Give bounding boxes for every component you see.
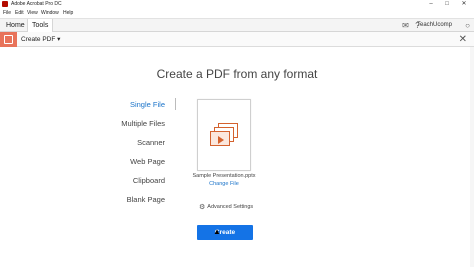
title-bar: Adobe Acrobat Pro DC – □ ✕ bbox=[0, 0, 474, 9]
mouse-pointer-icon: ▲ bbox=[213, 227, 221, 236]
user-name[interactable]: TeachUcomp bbox=[417, 19, 452, 32]
file-name: Sample Presentation.pptx bbox=[192, 173, 256, 179]
menu-edit[interactable]: Edit bbox=[15, 9, 24, 18]
tab-tools[interactable]: Tools bbox=[27, 19, 54, 32]
change-file-link[interactable]: Change File bbox=[186, 181, 262, 187]
advanced-settings-link[interactable]: ⚙ Advanced Settings bbox=[199, 203, 253, 211]
advanced-settings-label: Advanced Settings bbox=[207, 204, 254, 210]
window-title: Adobe Acrobat Pro DC bbox=[11, 1, 62, 7]
tool-dropdown[interactable]: Create PDF ▾ bbox=[21, 32, 60, 47]
create-button[interactable]: Create bbox=[197, 225, 253, 240]
right-scrollbar[interactable] bbox=[470, 47, 474, 267]
option-clipboard[interactable]: Clipboard bbox=[133, 176, 165, 185]
option-single-file[interactable]: Single File bbox=[130, 100, 165, 109]
option-scanner[interactable]: Scanner bbox=[137, 138, 165, 147]
menu-bar: File Edit View Window Help bbox=[0, 9, 474, 18]
gear-icon: ⚙ bbox=[199, 204, 206, 211]
close-window-button[interactable]: ✕ bbox=[457, 0, 471, 9]
acrobat-logo-icon bbox=[2, 1, 8, 7]
menu-file[interactable]: File bbox=[3, 9, 11, 18]
pptx-file-icon bbox=[210, 123, 240, 147]
close-tool-icon[interactable]: ✕ bbox=[459, 32, 467, 47]
maximize-button[interactable]: □ bbox=[440, 0, 454, 9]
minimize-button[interactable]: – bbox=[424, 0, 438, 9]
menu-help[interactable]: Help bbox=[63, 9, 73, 18]
menu-view[interactable]: View bbox=[27, 9, 38, 18]
option-multiple-files[interactable]: Multiple Files bbox=[121, 119, 165, 128]
tab-home[interactable]: Home bbox=[2, 19, 29, 32]
top-navigation: Home Tools ✉ ? TeachUcomp ○ bbox=[0, 18, 474, 32]
menu-window[interactable]: Window bbox=[41, 9, 59, 18]
comment-icon[interactable]: ✉ bbox=[401, 21, 410, 30]
option-blank-page[interactable]: Blank Page bbox=[127, 195, 165, 204]
option-web-page[interactable]: Web Page bbox=[130, 157, 165, 166]
file-preview-card[interactable] bbox=[197, 99, 251, 171]
page-title: Create a PDF from any format bbox=[156, 67, 318, 81]
main-panel: Create a PDF from any format Single File… bbox=[0, 47, 474, 267]
tool-toolbar: Create PDF ▾ ✕ bbox=[0, 32, 474, 47]
create-pdf-icon bbox=[0, 32, 17, 47]
bell-icon[interactable]: ○ bbox=[463, 21, 472, 30]
selection-indicator bbox=[175, 98, 176, 110]
